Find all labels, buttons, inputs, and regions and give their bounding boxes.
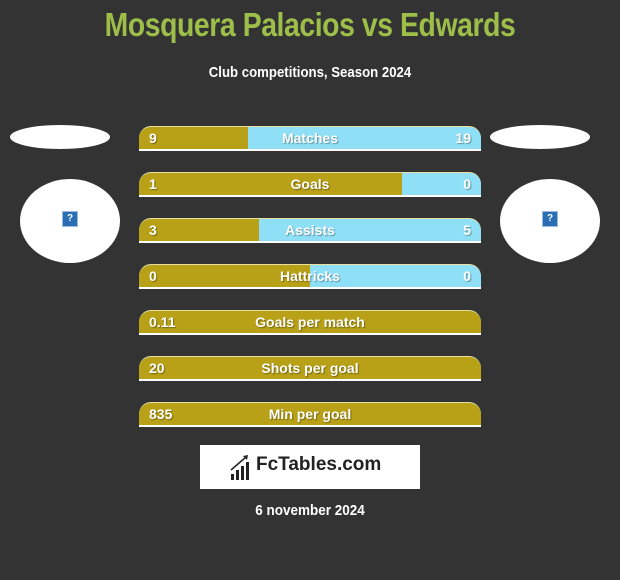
right-value: 19 [455,130,471,146]
right-player-avatar: ? [500,179,600,263]
stat-row-matches: 9 Matches 19 [139,126,481,151]
stat-row-min-per-goal: 835 Min per goal [139,402,481,427]
stat-row-shots-per-goal: 20 Shots per goal [139,356,481,381]
stat-label: Min per goal [268,406,352,422]
stat-row-goals-per-match: 0.11 Goals per match [139,310,481,335]
stat-row-assists: 3 Assists 5 [139,218,481,243]
page-title: Mosquera Palacios vs Edwards [104,6,516,43]
stat-label: Matches [281,130,339,146]
stat-label: Hattricks [280,268,340,284]
page-subtitle: Club competitions, Season 2024 [208,64,412,81]
broken-image-icon: ? [542,211,558,227]
stat-label: Goals [290,176,330,192]
bar-chart-icon [230,455,249,480]
fctables-logo[interactable]: FcTables.com [200,445,420,489]
left-player-name-placeholder [10,125,110,149]
right-value: 5 [463,222,471,238]
right-value: 0 [463,268,471,284]
stat-row-goals: 1 Goals 0 [139,172,481,197]
date-label: 6 november 2024 [255,502,365,519]
right-value: 0 [463,176,471,192]
broken-image-icon: ? [62,211,78,227]
right-player-name-placeholder [490,125,590,149]
left-player-avatar: ? [20,179,120,263]
stat-label: Goals per match [255,314,365,330]
stat-label: Assists [285,222,335,238]
stat-label: Shots per goal [261,360,359,376]
stat-row-hattricks: 0 Hattricks 0 [139,264,481,289]
logo-text: FcTables.com [256,454,382,475]
